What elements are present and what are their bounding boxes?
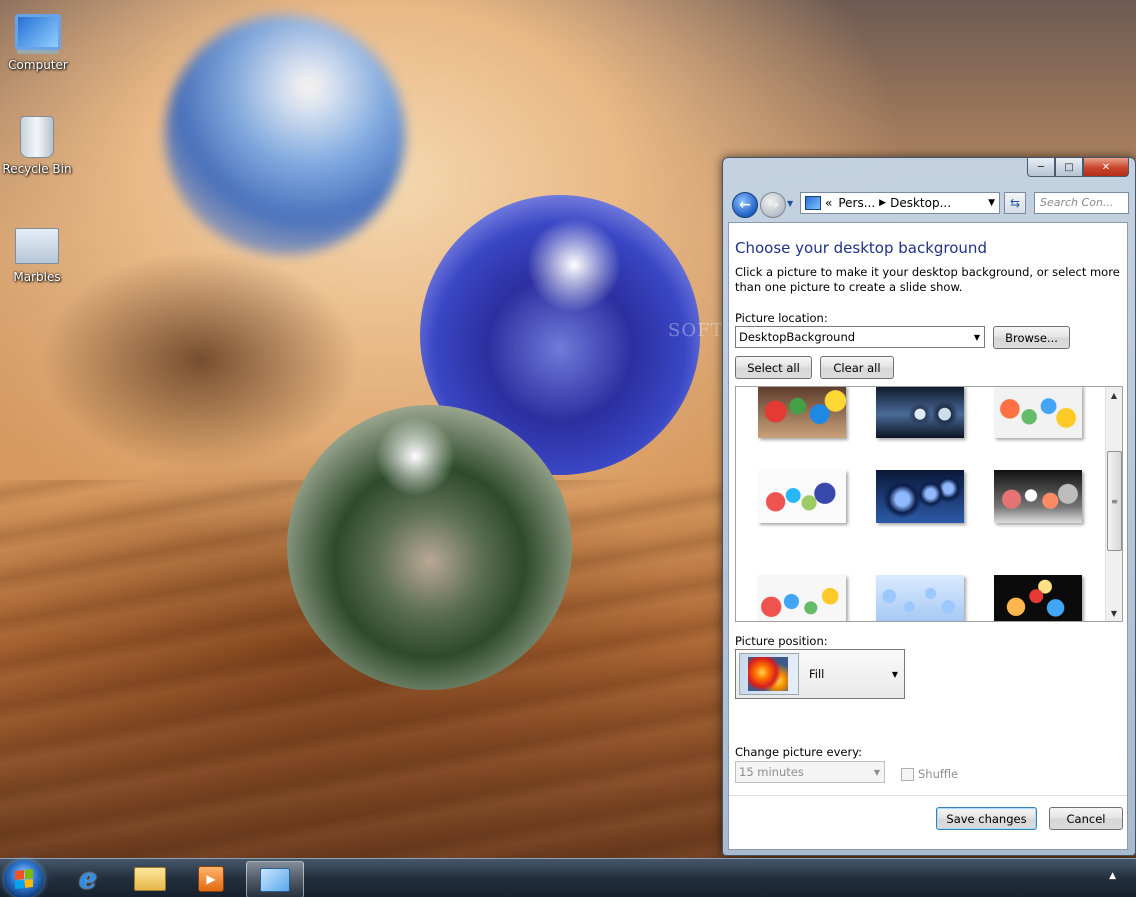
computer-icon [15,14,61,50]
start-button[interactable] [4,860,44,897]
caption-buttons: ─ □ ✕ [1027,158,1129,177]
thumbnail-marbles-corner[interactable] [758,575,846,621]
arrow-left-icon: ← [739,197,751,213]
desktop-icon-label: Recycle Bin [2,162,72,176]
media-player-icon: ▶ [198,865,224,892]
checkbox-box[interactable] [901,767,914,781]
breadcrumb-desktop-background[interactable]: Desktop... [890,196,951,210]
page-title: Choose your desktop background [735,239,987,257]
change-interval-value: 15 minutes [739,765,804,779]
control-panel-icon [260,867,290,892]
scroll-down-icon[interactable]: ▼ [1106,605,1122,621]
picture-location-label: Picture location: [735,311,828,325]
save-changes-button[interactable]: Save changes [936,807,1037,830]
cancel-button[interactable]: Cancel [1049,807,1123,830]
taskbar-windows-explorer[interactable] [122,861,178,896]
taskbar-control-panel[interactable] [246,861,304,897]
wallpaper-marble-green [287,405,572,690]
thumbnail-colorful-marbles-pile[interactable] [758,387,846,438]
gallery-scrollbar[interactable]: ▲ ≡ ▼ [1105,387,1122,621]
picture-position-value: Fill [809,667,825,681]
thumbnail-marbles-on-white[interactable] [994,387,1082,438]
recent-pages-dropdown[interactable]: ▼ [787,199,793,208]
desktop-icon-recycle-bin[interactable]: Recycle Bin [1,114,73,176]
grip-icon: ≡ [1111,496,1118,506]
address-dropdown-icon[interactable]: ▼ [988,198,995,208]
content-pane: Choose your desktop background Click a p… [728,222,1128,850]
wallpaper-shadow [40,250,360,470]
back-button[interactable]: ← [732,192,758,218]
minimize-button[interactable]: ─ [1027,158,1055,177]
shuffle-label: Shuffle [918,767,959,781]
thumbnail-dark-glass-spheres[interactable] [876,387,964,438]
desktop-icon-label: Marbles [13,270,61,284]
refresh-button[interactable]: ⇆ [1004,192,1026,214]
change-picture-label: Change picture every: [735,745,863,759]
page-description: Click a picture to make it your desktop … [735,265,1120,294]
chevron-down-icon: ▼ [787,199,794,208]
taskbar-internet-explorer[interactable]: e [60,861,116,896]
desktop-icon-marbles[interactable]: Marbles [1,222,73,284]
folder-icon [134,866,166,891]
address-bar[interactable]: « Pers... ▶ Desktop... ▼ [800,192,1000,214]
chevron-down-icon: ▼ [891,669,898,679]
recycle-bin-icon [20,116,54,158]
personalization-window: ─ □ ✕ ← → ▼ « Pers... ▶ Desktop... ▼ ⇆ S… [722,157,1136,856]
desktop-icon-computer[interactable]: Computer [2,10,74,72]
maximize-icon: □ [1064,161,1074,173]
picture-location-value: DesktopBackground [739,330,856,344]
control-panel-icon [805,196,821,210]
close-icon: ✕ [1101,161,1111,173]
scrollbar-thumb[interactable]: ≡ [1107,451,1122,551]
navigation-bar: ← → ▼ « Pers... ▶ Desktop... ▼ ⇆ Search … [730,190,1130,218]
maximize-button[interactable]: □ [1055,158,1083,177]
chevron-down-icon: ▼ [873,767,880,777]
picture-position-label: Picture position: [735,634,828,648]
thumbnail-marbles-row[interactable] [758,470,846,523]
windows-logo-icon [15,869,33,889]
position-preview-image [739,653,799,695]
chevron-down-icon: ▼ [973,332,980,342]
select-all-button[interactable]: Select all [735,356,812,379]
shuffle-checkbox[interactable]: Shuffle [901,767,958,781]
wallpaper-marble-blue-blurred [165,15,405,255]
taskbar: e ▶ ▲ [0,858,1136,897]
minimize-icon: ─ [1037,161,1045,173]
clear-all-button[interactable]: Clear all [820,356,894,379]
arrow-right-icon: → [767,197,779,213]
forward-button[interactable]: → [760,192,786,218]
refresh-icon: ⇆ [1009,196,1021,210]
thumbnail-blue-bubbles[interactable] [876,575,964,621]
search-input[interactable]: Search Con... [1034,192,1129,214]
desktop-icon-label: Computer [8,58,68,72]
footer-divider [729,795,1127,796]
picture-position-select[interactable]: Fill ▼ [735,649,905,699]
picture-gallery: ▲ ≡ ▼ [735,386,1123,622]
thumbnail-blue-spheres-reflection[interactable] [876,470,964,523]
browse-button[interactable]: Browse... [993,326,1070,349]
picture-location-select[interactable]: DesktopBackground ▼ [735,326,985,348]
taskbar-media-player[interactable]: ▶ [183,861,239,896]
scroll-up-icon[interactable]: ▲ [1106,387,1122,403]
internet-explorer-icon: e [79,862,97,895]
breadcrumb-overflow[interactable]: « [825,196,832,210]
thumbnail-marbles-cluster-black[interactable] [994,575,1082,621]
close-button[interactable]: ✕ [1083,158,1129,177]
chevron-up-icon: ▲ [1109,871,1116,881]
breadcrumb-separator-icon: ▶ [879,198,887,208]
show-hidden-icons-button[interactable]: ▲ [1109,871,1116,881]
change-interval-select[interactable]: 15 minutes ▼ [735,761,885,783]
breadcrumb-personalization[interactable]: Pers... [838,196,875,210]
thumbnail-marbles-on-dark[interactable] [994,470,1082,523]
flower-preview-icon [748,657,788,691]
theme-file-icon [15,228,59,264]
